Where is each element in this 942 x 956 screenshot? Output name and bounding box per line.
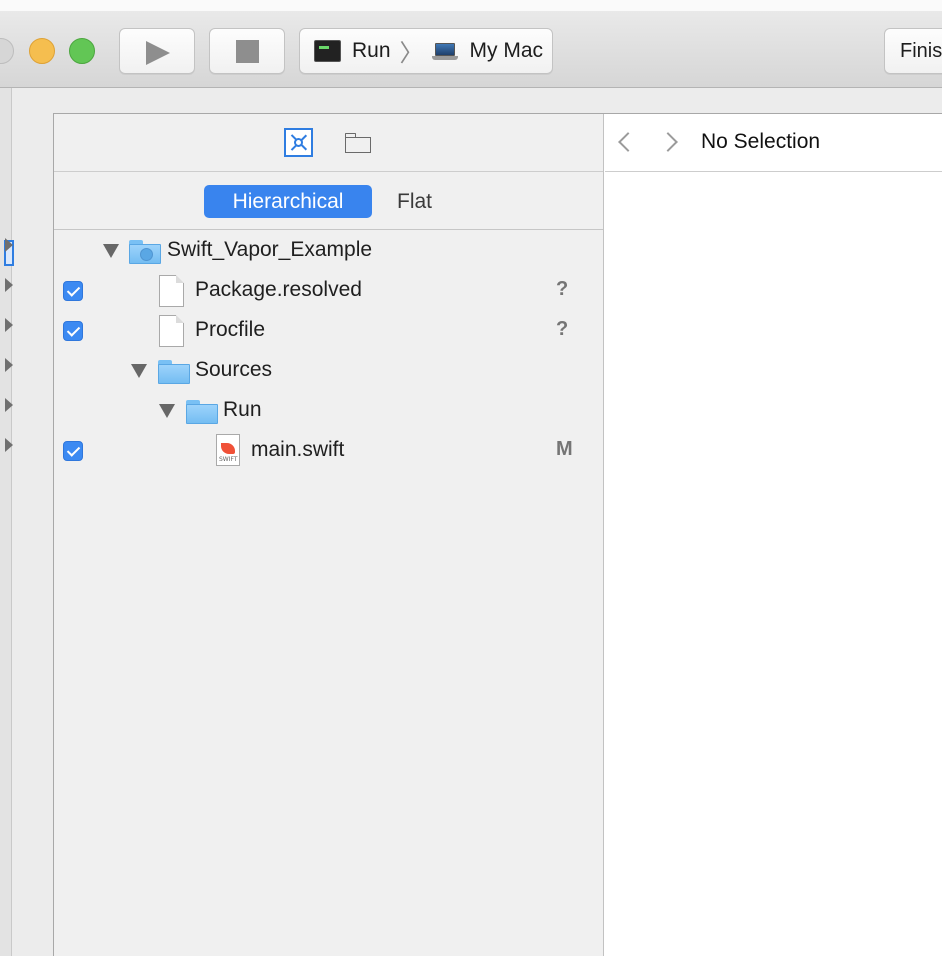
view-mode-segmented-control: Hierarchical Flat <box>54 172 603 230</box>
tree-row-folder[interactable]: Sources <box>54 351 603 391</box>
tree-row-file[interactable]: Package.resolved ? <box>54 271 603 311</box>
include-checkbox[interactable] <box>63 441 83 461</box>
disclosure-down-icon[interactable] <box>159 404 175 418</box>
swift-badge-text: SWIFT <box>219 456 238 463</box>
folder-icon <box>158 360 190 384</box>
status-modified-badge: M <box>556 438 573 460</box>
tree-row-folder[interactable]: Run <box>54 391 603 431</box>
status-untracked-badge: ? <box>556 278 569 300</box>
selection-title: No Selection <box>701 130 821 153</box>
window-toolbar: Run 〉 My Mac Finis <box>0 0 942 88</box>
file-changes-pane: Hierarchical Flat Swift_Vapor_Example Pa… <box>54 114 604 956</box>
disclosure-arrow-icon[interactable] <box>5 398 13 412</box>
tree-item-label: Swift_Vapor_Example <box>167 238 373 261</box>
scheme-target-label[interactable]: Run <box>352 39 391 63</box>
tree-item-label: Run <box>223 398 262 421</box>
disclosure-down-icon[interactable] <box>103 244 119 258</box>
tree-item-label: Sources <box>195 358 273 381</box>
disclosure-arrow-icon[interactable] <box>5 358 13 372</box>
project-folder-icon <box>129 240 161 264</box>
tree-item-label: Package.resolved <box>195 278 362 301</box>
chevron-right-icon[interactable] <box>658 132 678 152</box>
disclosure-down-icon[interactable] <box>131 364 147 378</box>
activity-status-label: Finis <box>900 39 942 62</box>
source-control-filter-icon[interactable] <box>284 128 313 157</box>
disclosure-arrow-icon[interactable] <box>5 238 13 252</box>
scheme-selector[interactable]: Run 〉 My Mac <box>299 28 553 74</box>
stop-icon <box>236 40 259 63</box>
disclosure-arrow-icon[interactable] <box>5 438 13 452</box>
disclosure-arrow-icon[interactable] <box>5 318 13 332</box>
diff-navigation-bar: No Selection <box>605 114 942 172</box>
chevron-right-icon: 〉 <box>399 38 424 67</box>
scheme-destination-label[interactable]: My Mac <box>470 39 544 63</box>
folder-icon <box>186 400 218 424</box>
close-window-button[interactable] <box>0 38 14 64</box>
include-checkbox[interactable] <box>63 281 83 301</box>
segment-flat[interactable]: Flat <box>397 185 432 218</box>
run-button[interactable] <box>119 28 195 74</box>
tree-row-file[interactable]: SWIFT main.swift M <box>54 431 603 471</box>
stop-button[interactable] <box>209 28 285 74</box>
tree-row-file[interactable]: Procfile ? <box>54 311 603 351</box>
disclosure-arrow-icon[interactable] <box>5 278 13 292</box>
document-icon <box>159 275 184 307</box>
laptop-icon <box>431 43 458 61</box>
tree-row-project[interactable]: Swift_Vapor_Example <box>54 231 603 271</box>
navigator-edge <box>0 88 14 956</box>
minimize-window-button[interactable] <box>29 38 55 64</box>
chevron-left-icon[interactable] <box>618 132 638 152</box>
activity-status-button[interactable]: Finis <box>884 28 942 74</box>
segment-hierarchical[interactable]: Hierarchical <box>204 185 372 218</box>
terminal-app-icon <box>314 40 341 62</box>
tree-item-label: Procfile <box>195 318 266 341</box>
maximize-window-button[interactable] <box>69 38 95 64</box>
include-checkbox[interactable] <box>63 321 83 341</box>
status-untracked-badge: ? <box>556 318 569 340</box>
play-icon <box>146 41 170 65</box>
commit-sheet: Hierarchical Flat Swift_Vapor_Example Pa… <box>53 113 942 956</box>
swift-file-icon: SWIFT <box>216 434 240 466</box>
document-icon <box>159 315 184 347</box>
pane-toolbar <box>54 114 603 172</box>
tree-item-label: main.swift <box>251 438 345 461</box>
folder-icon[interactable] <box>345 133 371 153</box>
